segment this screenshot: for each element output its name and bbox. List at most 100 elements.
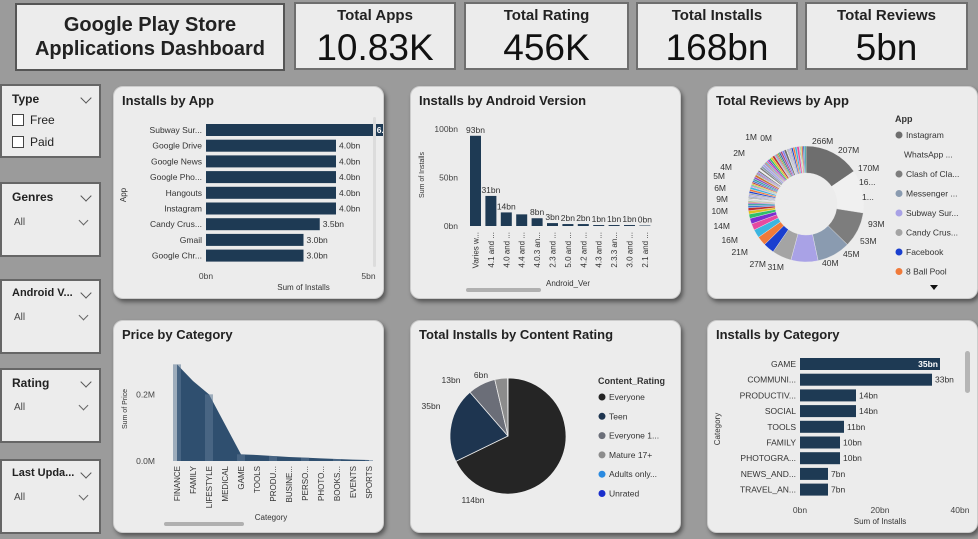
data-label: 31bn bbox=[481, 185, 500, 195]
y-axis-label: App bbox=[119, 187, 128, 202]
category-label: 4.0.3 an... bbox=[533, 232, 542, 268]
slice-label: 207M bbox=[838, 145, 859, 155]
option-paid[interactable]: Paid bbox=[12, 135, 54, 149]
chevron-down-icon[interactable] bbox=[80, 287, 92, 299]
panel-installs-by-android[interactable]: Installs by Android Version 0bn 50bn 100bn… bbox=[410, 86, 681, 299]
category-label: LIFESTYLE bbox=[205, 466, 214, 508]
area-band bbox=[333, 459, 341, 461]
slicer-type[interactable]: Type Free Paid bbox=[0, 84, 101, 158]
category-label: 5.0 and ... bbox=[564, 232, 573, 268]
legend-dot bbox=[895, 248, 903, 256]
bar bbox=[800, 405, 856, 418]
data-label: 10bn bbox=[843, 438, 862, 448]
kpi-total-installs[interactable]: Total Installs 168bn bbox=[636, 2, 798, 70]
checkbox[interactable] bbox=[12, 114, 24, 126]
y-tick-label: 0.0M bbox=[136, 456, 155, 466]
chevron-down-icon[interactable] bbox=[80, 190, 92, 202]
chevron-down-icon[interactable] bbox=[80, 92, 92, 104]
kpi-value: 5bn bbox=[855, 27, 918, 68]
slice-label: 4M bbox=[720, 162, 732, 172]
slice-label: 16... bbox=[859, 177, 876, 187]
kpi-label: Total Reviews bbox=[837, 7, 936, 24]
bar bbox=[800, 389, 856, 402]
panel-installs-by-category[interactable]: Installs by Category GAME 35bn COMMUNI... 3… bbox=[707, 320, 978, 533]
legend-dot bbox=[895, 268, 903, 275]
slicer-rating[interactable]: Rating All bbox=[0, 368, 101, 443]
slice-label: 6bn bbox=[474, 370, 488, 380]
chevron-down-icon[interactable] bbox=[78, 310, 89, 321]
installs-by-category-chart: GAME 35bn COMMUNI... 33bn PRODUCTIV... 14bn SO… bbox=[713, 351, 970, 526]
chevron-down-icon[interactable] bbox=[78, 490, 89, 501]
slice-label: 53M bbox=[860, 236, 877, 246]
data-label: 35bn bbox=[918, 359, 938, 369]
slice-label: 6M bbox=[714, 183, 726, 193]
category-label: 2.1 and ... bbox=[641, 232, 650, 268]
category-label: Google Pho... bbox=[150, 172, 202, 182]
bar bbox=[206, 249, 304, 262]
legend-dot bbox=[895, 131, 903, 139]
bar bbox=[800, 483, 828, 496]
legend-title: Content_Rating bbox=[598, 376, 665, 386]
legend-title: App bbox=[895, 114, 913, 124]
bar bbox=[624, 225, 635, 226]
kpi-total-rating[interactable]: Total Rating 456K bbox=[464, 2, 629, 70]
x-tick-label: 20bn bbox=[871, 505, 890, 515]
slicer-title: Last Upda... bbox=[12, 467, 75, 479]
checkbox[interactable] bbox=[12, 136, 24, 148]
bar bbox=[562, 224, 574, 226]
panel-price-by-category[interactable]: Price by Category 0.0M 0.2M FINANCE FAMILY L… bbox=[113, 320, 384, 533]
legend-label: Candy Crus... bbox=[906, 228, 958, 238]
data-label: 4.0bn bbox=[339, 188, 361, 198]
slicer-value[interactable]: All bbox=[14, 402, 25, 413]
category-label: 4.1 and ... bbox=[487, 232, 496, 268]
slice-label: 1M bbox=[745, 132, 757, 142]
chevron-down-icon[interactable] bbox=[80, 467, 92, 479]
slicer-title: Type bbox=[12, 92, 40, 106]
bar bbox=[531, 218, 543, 226]
kpi-label: Total Apps bbox=[337, 7, 413, 24]
legend-label: Everyone 1... bbox=[609, 431, 659, 441]
y-tick-label: 50bn bbox=[439, 173, 458, 183]
scroll-down-icon bbox=[930, 285, 938, 290]
kpi-total-reviews[interactable]: Total Reviews 5bn bbox=[805, 2, 968, 70]
slicer-genres[interactable]: Genres All bbox=[0, 182, 101, 257]
chevron-down-icon[interactable] bbox=[78, 215, 89, 226]
slice-label: 9M bbox=[716, 194, 728, 204]
slicer-last-update[interactable]: Last Upda... All bbox=[0, 459, 101, 534]
bar bbox=[800, 436, 840, 449]
option-free[interactable]: Free bbox=[12, 113, 55, 127]
area-band bbox=[365, 460, 373, 461]
panel-installs-by-content-rating[interactable]: Total Installs by Content Rating 114bn 35… bbox=[410, 320, 681, 533]
bar bbox=[800, 420, 844, 433]
legend-label: Subway Sur... bbox=[906, 208, 958, 218]
data-label: 11bn bbox=[847, 422, 866, 432]
slice-label: 10M bbox=[711, 206, 728, 216]
category-label: COMMUNI... bbox=[747, 375, 796, 385]
bar bbox=[206, 155, 336, 168]
panel-reviews-by-app[interactable]: Total Reviews by App 266M 207M 170M 16... 1.… bbox=[707, 86, 978, 299]
slicer-android-version[interactable]: Android V... All bbox=[0, 279, 101, 354]
kpi-total-apps[interactable]: Total Apps 10.83K bbox=[294, 2, 456, 70]
x-axis-label: Sum of Installs bbox=[854, 517, 906, 526]
x-tick-label: 5bn bbox=[361, 271, 375, 281]
chevron-down-icon[interactable] bbox=[78, 400, 89, 411]
slice-label: 266M bbox=[812, 136, 833, 146]
slice-label: 1... bbox=[862, 192, 874, 202]
legend-dot bbox=[598, 451, 606, 459]
chevron-down-icon[interactable] bbox=[80, 376, 92, 388]
kpi-value: 456K bbox=[503, 27, 590, 68]
category-label: 3.0 and ... bbox=[626, 232, 635, 268]
slicer-value[interactable]: All bbox=[14, 492, 25, 503]
slice-label: 21M bbox=[731, 247, 748, 257]
data-label: 4.0bn bbox=[339, 172, 361, 182]
kpi-value: 168bn bbox=[665, 27, 769, 68]
bar bbox=[800, 467, 828, 480]
legend-label: Messenger ... bbox=[906, 189, 958, 199]
slicer-value[interactable]: All bbox=[14, 217, 25, 228]
panel-installs-by-app[interactable]: Installs by App Subway Sur...6.0bnGoogle… bbox=[113, 86, 384, 299]
y-axis-label: Sum of Installs bbox=[419, 152, 426, 198]
slicer-value[interactable]: All bbox=[14, 312, 25, 323]
bar bbox=[206, 233, 304, 246]
data-label: 14bn bbox=[859, 406, 878, 416]
kpi-label: Total Installs bbox=[671, 7, 763, 24]
